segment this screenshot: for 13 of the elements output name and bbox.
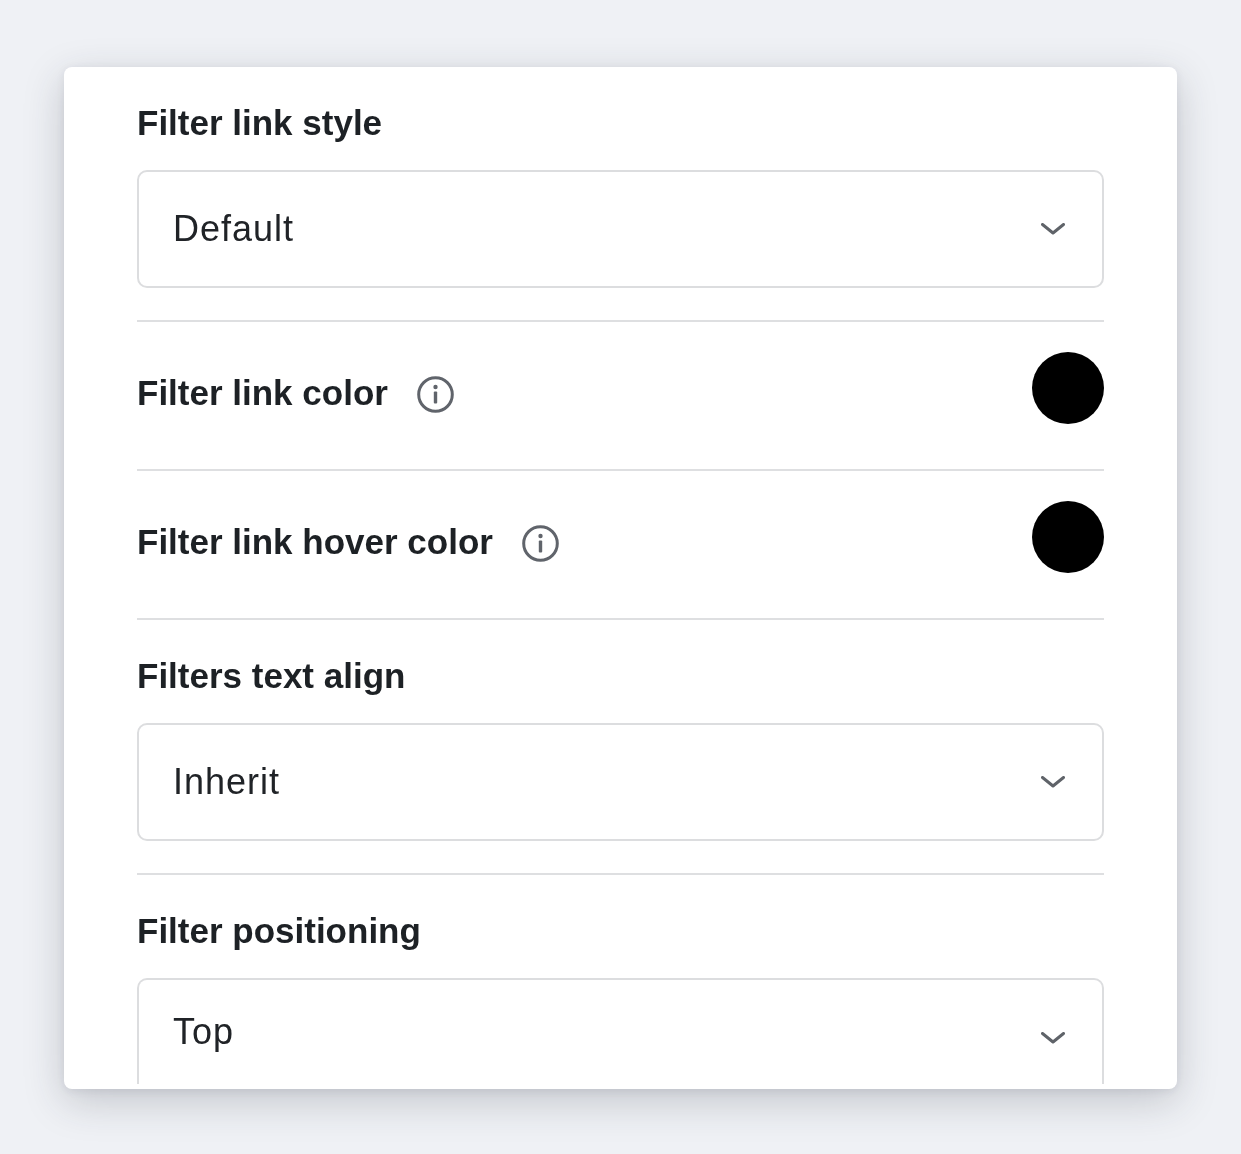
info-icon[interactable] xyxy=(416,375,454,413)
chevron-down-icon xyxy=(1041,223,1065,235)
chevron-down-icon xyxy=(1041,776,1065,788)
dropdown[interactable]: Default xyxy=(137,170,1104,288)
setting-label: Filter link color xyxy=(137,372,388,414)
chevron-down-icon xyxy=(1041,1032,1065,1044)
info-icon[interactable] xyxy=(521,524,559,562)
setting-label: Filter positioning xyxy=(137,910,421,952)
dropdown[interactable]: Inherit xyxy=(137,723,1104,841)
setting-label: Filter link hover color xyxy=(137,521,493,563)
dropdown[interactable]: Top xyxy=(137,978,1104,1084)
setting-label: Filter link style xyxy=(137,102,383,144)
setting-label: Filters text align xyxy=(137,655,406,697)
